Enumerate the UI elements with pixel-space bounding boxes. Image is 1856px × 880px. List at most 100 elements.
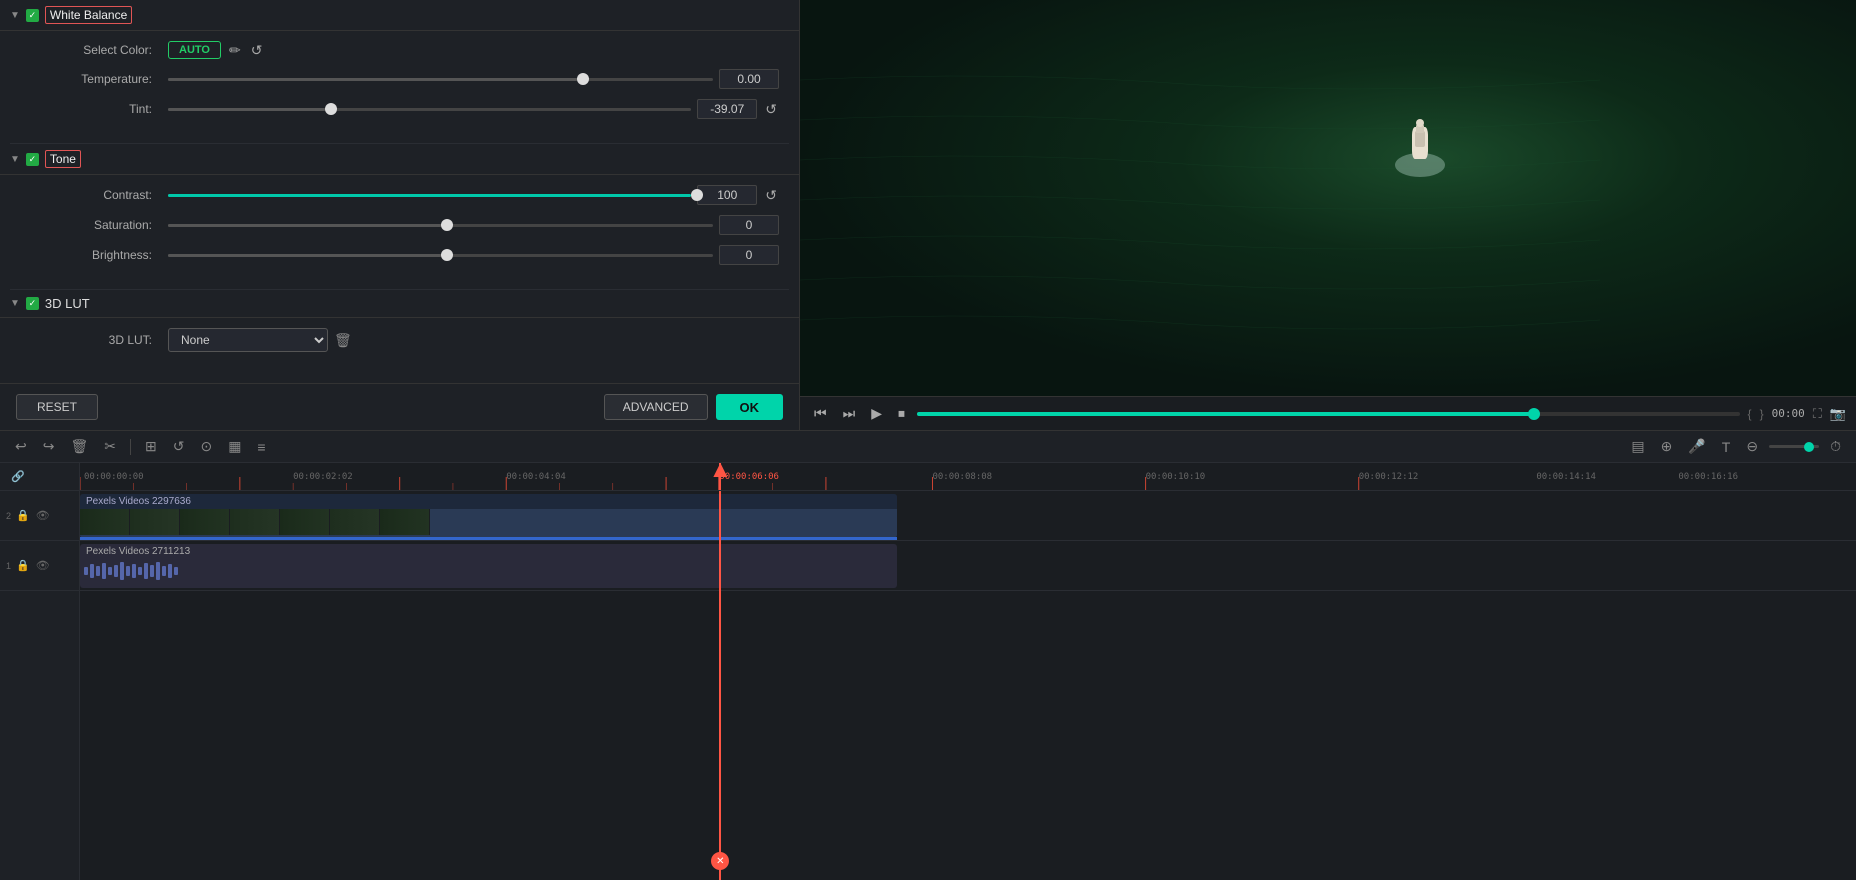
timeline-area: ↩ ↪ 🗑 ✂ ⊞ ↺ ⊙ ▦ ≡ ▤ ⊕ 🎤 T ⊖ ⏱ 🔗 2 �: [0, 430, 1856, 880]
wbar-4: [102, 563, 106, 579]
timeline-scroll-area[interactable]: 00:00:00:00 00:00:02:02 00:00:04:04 00:0…: [80, 463, 1856, 880]
tracks-content: Pexels Videos 2297636: [80, 491, 1856, 880]
auto-button[interactable]: AUTO: [168, 41, 221, 59]
thumb-3: [180, 509, 230, 535]
saturation-label: Saturation:: [50, 218, 160, 232]
saturation-value[interactable]: [719, 215, 779, 235]
playback-bar: ⏮ ⏭ ▶ ⏹ { } 00:00 ⛶ 📷: [800, 396, 1856, 430]
cut-button[interactable]: ✂: [99, 435, 121, 458]
reset-button[interactable]: RESET: [16, 394, 98, 420]
saturation-row: Saturation:: [50, 215, 779, 235]
progress-thumb[interactable]: [1528, 408, 1540, 420]
timeline-main: 🔗 2 🔒 👁 1 🔒 👁 00:00:00:00 00:0: [0, 463, 1856, 880]
lut3d-body: 3D LUT: None Vivid Cinematic Cool Warm 🗑: [0, 318, 799, 376]
video-preview: [800, 0, 1856, 396]
video-clip-1-label: Pexels Videos 2297636: [80, 494, 897, 509]
reset-tint-icon[interactable]: ↺: [763, 101, 779, 118]
video-track: Pexels Videos 2297636: [80, 491, 1856, 541]
clock-button[interactable]: ⏱: [1825, 435, 1846, 458]
lut-select[interactable]: None Vivid Cinematic Cool Warm: [168, 328, 328, 352]
redo-button[interactable]: ↪: [38, 435, 60, 458]
lut3d-section-header[interactable]: ▼ 3D LUT: [0, 290, 799, 318]
wb-checkbox[interactable]: [26, 9, 39, 22]
track-1-lock[interactable]: 🔒: [15, 558, 31, 573]
rotate-button[interactable]: ↺: [168, 435, 190, 458]
track-1-header: 1 🔒 👁: [0, 541, 79, 591]
tone-section-header[interactable]: ▼ Tone: [0, 144, 799, 175]
wbar-7: [120, 562, 124, 580]
track-1-eye[interactable]: 👁: [35, 558, 51, 573]
audio-clip-1[interactable]: Pexels Videos 2711213: [80, 544, 897, 588]
video-background: [800, 0, 1856, 396]
tint-slider[interactable]: [168, 101, 691, 117]
brightness-value[interactable]: [719, 245, 779, 265]
skip-back-button[interactable]: ⏮: [810, 403, 831, 424]
undo-button[interactable]: ↩: [10, 435, 32, 458]
eyedropper-icon[interactable]: ✏: [227, 42, 243, 59]
record-button[interactable]: ⊕: [1656, 435, 1678, 458]
video-clip-1[interactable]: Pexels Videos 2297636: [80, 494, 897, 538]
ok-button[interactable]: OK: [716, 394, 784, 420]
fullscreen-icon[interactable]: ⛶: [1813, 406, 1822, 422]
timeline-ruler: 00:00:00:00 00:00:02:02 00:00:04:04 00:0…: [80, 463, 1856, 491]
track-1-number: 1: [6, 561, 11, 571]
wbar-3: [96, 566, 100, 576]
temperature-row: Temperature:: [50, 69, 779, 89]
saturation-slider[interactable]: [168, 217, 713, 233]
wbar-16: [174, 567, 178, 575]
grid-button[interactable]: ▦: [223, 435, 246, 458]
audio-waveform: [80, 559, 897, 583]
temperature-slider[interactable]: [168, 71, 713, 87]
temperature-value[interactable]: [719, 69, 779, 89]
tone-checkbox[interactable]: [26, 153, 39, 166]
playback-right-icons: ⛶ 📷: [1813, 406, 1846, 422]
tint-row: Tint: ↺: [50, 99, 779, 119]
contrast-value[interactable]: [697, 185, 757, 205]
left-panel: ▼ White Balance Select Color: AUTO ✏ ↺ T…: [0, 0, 800, 430]
track-2-eye[interactable]: 👁: [35, 508, 51, 523]
brightness-slider[interactable]: [168, 247, 713, 263]
playhead-x-marker: ✕: [711, 852, 729, 870]
more-button[interactable]: ≡: [252, 436, 270, 458]
delete-lut-icon[interactable]: 🗑: [334, 332, 352, 349]
brightness-row: Brightness:: [50, 245, 779, 265]
video-clip-1-thumbnails: [80, 509, 897, 538]
wbar-5: [108, 567, 112, 575]
curly-brace-left: {: [1748, 407, 1752, 421]
screenshot-icon[interactable]: 📷: [1830, 406, 1846, 422]
tint-value[interactable]: [697, 99, 757, 119]
wbar-2: [90, 564, 94, 578]
track-headers: 🔗 2 🔒 👁 1 🔒 👁: [0, 463, 80, 880]
track-2-lock[interactable]: 🔒: [15, 508, 31, 523]
lut-checkbox[interactable]: [26, 297, 39, 310]
advanced-button[interactable]: ADVANCED: [604, 394, 708, 420]
layer-button[interactable]: ▤: [1626, 435, 1649, 458]
split-button[interactable]: ⊞: [140, 435, 162, 458]
water-texture-svg: [800, 0, 1856, 396]
link-toggle-button[interactable]: 🔗: [6, 467, 30, 486]
text-button[interactable]: T: [1717, 436, 1736, 458]
progress-bar[interactable]: [917, 412, 1740, 416]
contrast-slider[interactable]: [168, 187, 691, 203]
wbar-13: [156, 562, 160, 580]
curly-brace-right: }: [1760, 407, 1764, 421]
play-button[interactable]: ▶: [867, 403, 886, 424]
delete-button[interactable]: 🗑: [65, 435, 93, 458]
wbar-14: [162, 566, 166, 576]
track-2-number: 2: [6, 511, 11, 521]
mic-button[interactable]: 🎤: [1683, 435, 1710, 458]
wbar-1: [84, 567, 88, 575]
contrast-row: Contrast: ↺: [50, 185, 779, 205]
white-balance-section-header[interactable]: ▼ White Balance: [0, 0, 799, 31]
ruler-spacer: 🔗: [0, 463, 79, 491]
zoom-slider[interactable]: [1769, 445, 1819, 448]
step-back-button[interactable]: ⏭: [839, 403, 860, 424]
bottom-buttons: RESET ADVANCED OK: [0, 383, 799, 430]
reset-contrast-icon[interactable]: ↺: [763, 187, 779, 204]
stop-button[interactable]: ⏹: [894, 403, 909, 424]
tone-title: Tone: [45, 150, 81, 168]
reset-wb-icon[interactable]: ↺: [249, 42, 265, 59]
crop-button[interactable]: ⊙: [195, 435, 217, 458]
ruler-ticks: [80, 477, 1856, 491]
zoom-out-button[interactable]: ⊖: [1741, 435, 1763, 458]
